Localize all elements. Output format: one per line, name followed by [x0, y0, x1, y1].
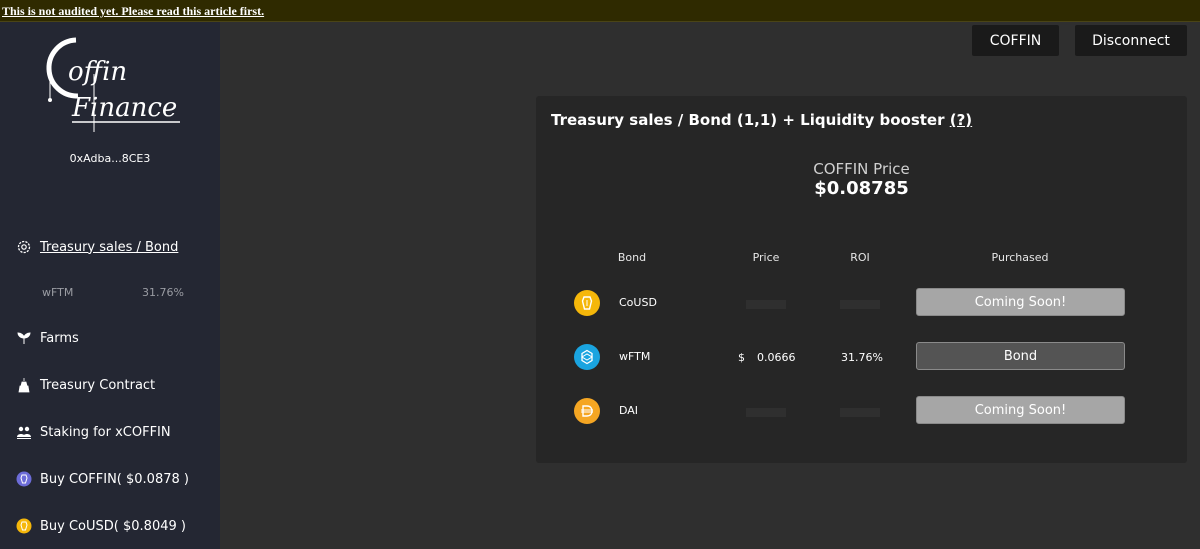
- svg-text:Finance: Finance: [71, 93, 177, 123]
- sidebar-item-staking[interactable]: Staking for xCOFFIN: [16, 424, 171, 440]
- sidebar-item-label: Staking for xCOFFIN: [40, 424, 171, 440]
- disconnect-button[interactable]: Disconnect: [1075, 25, 1187, 56]
- audit-warning-link[interactable]: This is not audited yet. Please read thi…: [2, 4, 264, 19]
- price-loading-placeholder: [746, 300, 786, 309]
- svg-text:offin: offin: [68, 57, 127, 87]
- coming-soon-button[interactable]: Coming Soon!: [916, 288, 1125, 316]
- coffin-price-value: $0.08785: [814, 178, 909, 199]
- cousd-token-icon: [574, 290, 600, 316]
- bond-name: CoUSD: [619, 296, 657, 309]
- table-row: wFTM $ 0.0666 31.76% Bond: [536, 342, 1187, 372]
- column-header-bond: Bond: [617, 251, 647, 264]
- audit-warning-banner: This is not audited yet. Please read thi…: [0, 0, 1200, 22]
- bond-price: 0.0666: [757, 351, 796, 364]
- sidebar-item-label: Treasury sales / Bond: [40, 239, 179, 255]
- sidebar-subitem-value: 31.76%: [142, 286, 184, 299]
- bond-button[interactable]: Bond: [916, 342, 1125, 370]
- sidebar-subitem-wftm[interactable]: wFTM 31.76%: [42, 286, 184, 299]
- card-title-text: Treasury sales / Bond (1,1) + Liquidity …: [551, 111, 945, 129]
- sidebar-item-label: Buy COFFIN( $0.0878 ): [40, 471, 189, 487]
- sidebar-item-buy-coffin[interactable]: Buy COFFIN( $0.0878 ): [16, 471, 189, 487]
- wftm-token-icon: [574, 344, 600, 370]
- people-icon: [16, 424, 32, 440]
- bond-card: Treasury sales / Bond (1,1) + Liquidity …: [536, 96, 1187, 463]
- coffin-token-icon: [16, 471, 32, 487]
- bond-price-symbol: $: [738, 351, 745, 364]
- bond-name: wFTM: [619, 350, 651, 363]
- table-row: DAI Coming Soon!: [536, 396, 1187, 426]
- column-header-price: Price: [752, 251, 780, 264]
- coffin-button[interactable]: COFFIN: [972, 25, 1059, 56]
- sidebar-item-treasury-contract[interactable]: Treasury Contract: [16, 377, 155, 393]
- bond-name: DAI: [619, 404, 639, 417]
- roi-loading-placeholder: [840, 300, 880, 309]
- sidebar-item-buy-cousd[interactable]: Buy CoUSD( $0.8049 ): [16, 518, 186, 534]
- sidebar-item-label: Buy CoUSD( $0.8049 ): [40, 518, 186, 534]
- roi-loading-placeholder: [840, 408, 880, 417]
- price-loading-placeholder: [746, 408, 786, 417]
- sprout-icon: [16, 330, 32, 346]
- card-title: Treasury sales / Bond (1,1) + Liquidity …: [551, 111, 972, 129]
- sidebar-item-farms[interactable]: Farms: [16, 330, 79, 346]
- sidebar-subitem-label: wFTM: [42, 286, 74, 299]
- coffin-finance-logo[interactable]: offin Finance: [38, 34, 188, 134]
- tower-icon: [16, 377, 32, 393]
- help-link[interactable]: (?): [950, 111, 972, 129]
- column-header-roi: ROI: [850, 251, 870, 264]
- sidebar: offin Finance 0xAdba...8CE3 Treasury sal…: [0, 22, 220, 549]
- sidebar-item-label: Farms: [40, 330, 79, 346]
- sidebar-item-treasury-bond[interactable]: Treasury sales / Bond: [16, 239, 178, 255]
- table-row: CoUSD Coming Soon!: [536, 288, 1187, 318]
- coming-soon-button[interactable]: Coming Soon!: [916, 396, 1125, 424]
- coffin-price-label: COFFIN Price: [813, 160, 910, 178]
- wallet-address: 0xAdba...8CE3: [69, 152, 151, 165]
- coffin-finance-logo-graphic: offin Finance: [46, 37, 180, 132]
- bond-roi: 31.76%: [841, 351, 883, 364]
- sidebar-item-label: Treasury Contract: [40, 377, 156, 393]
- gear-icon: [16, 239, 32, 255]
- column-header-purchased: Purchased: [991, 251, 1049, 264]
- cousd-token-icon: [16, 518, 32, 534]
- dai-token-icon: [574, 398, 600, 424]
